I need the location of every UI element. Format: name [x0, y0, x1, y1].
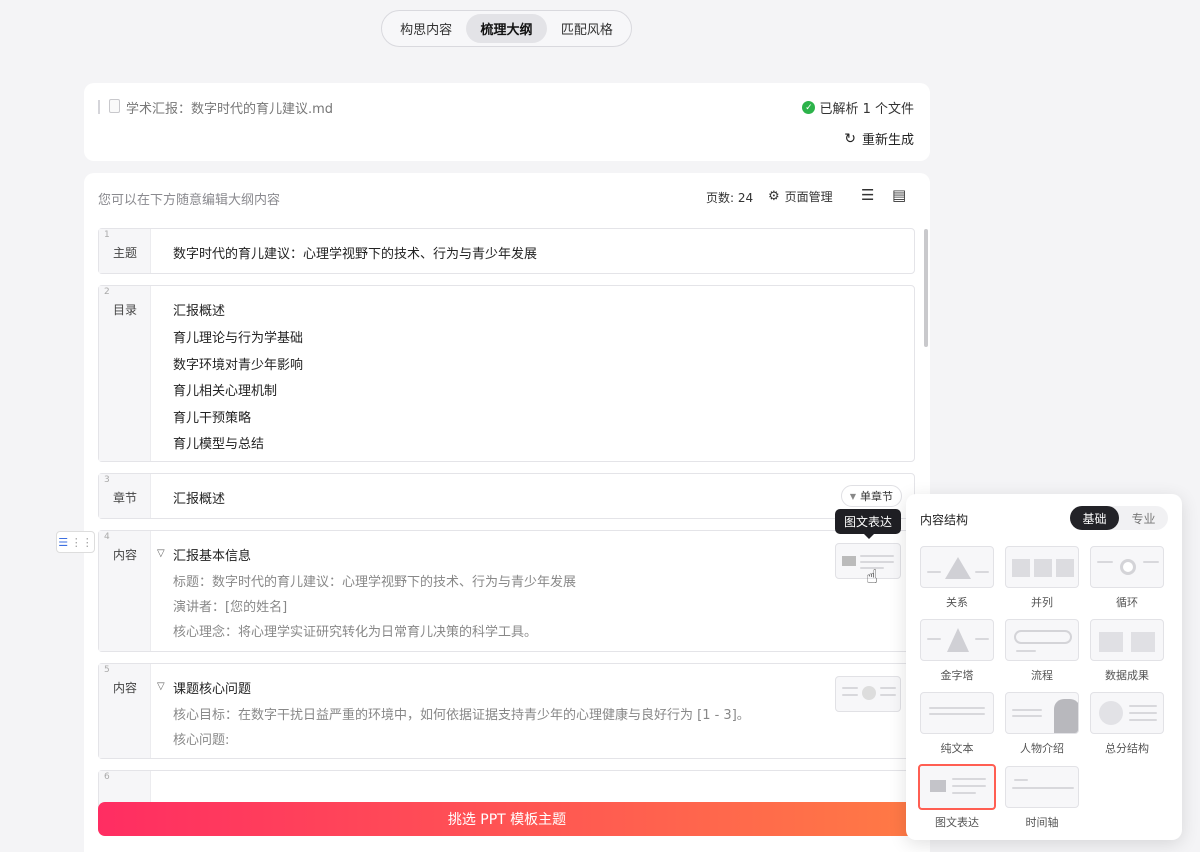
row-number: 6: [104, 772, 110, 782]
row-number: 2: [104, 287, 110, 297]
theme-title[interactable]: 数字时代的育儿建议：心理学视野下的技术、行为与青少年发展: [173, 243, 537, 262]
parsed-status: ✓ 已解析 1 个文件: [802, 98, 914, 117]
row-number: 1: [104, 230, 110, 240]
outline-row-chapter[interactable]: 3 章节 汇报概述 ▼ 单章节: [98, 473, 915, 519]
tab-brainstorm[interactable]: 构思内容: [386, 14, 466, 43]
toc-item[interactable]: 汇报概述: [173, 300, 225, 319]
outline-row-content[interactable]: 5 内容 ▽ 课题核心问题 核心目标：在数字干扰日益严重的环境中，如何依据证据支…: [98, 663, 915, 759]
row-number: 5: [104, 665, 110, 675]
row-drag-handle[interactable]: ☰ ⋮⋮: [56, 531, 95, 553]
content-detail[interactable]: 核心问题:: [173, 729, 229, 748]
content-detail[interactable]: 核心理念：将心理学实证研究转化为日常育儿决策的科学工具。: [173, 621, 537, 640]
content-detail[interactable]: 演讲者：[您的姓名]: [173, 596, 287, 615]
scrollbar[interactable]: [924, 229, 928, 347]
segment-pro[interactable]: 专业: [1119, 506, 1168, 530]
toc-item[interactable]: 育儿干预策略: [173, 407, 251, 426]
collapse-all-icon[interactable]: ☰: [861, 186, 874, 204]
file-name: 学术汇报：数字时代的育儿建议.md: [126, 102, 334, 117]
structure-label: 并列: [1031, 596, 1053, 609]
content-detail[interactable]: 标题：数字时代的育儿建议：心理学视野下的技术、行为与青少年发展: [173, 571, 576, 590]
structure-label: 数据成果: [1105, 669, 1149, 682]
structure-card-pyramid[interactable]: [920, 619, 994, 661]
structure-label: 金字塔: [940, 669, 974, 682]
hand-cursor-icon: ☝: [866, 566, 878, 588]
regenerate-label: 重新生成: [861, 133, 914, 148]
tab-outline[interactable]: 梳理大纲: [466, 14, 547, 43]
chevron-down-icon[interactable]: ▽: [157, 548, 165, 559]
row-label: 5 内容: [99, 664, 151, 758]
structure-card-process[interactable]: [1005, 619, 1079, 661]
row-tag: 章节: [112, 491, 137, 505]
top-step-tabs: 构思内容 梳理大纲 匹配风格: [381, 10, 632, 47]
tab-style[interactable]: 匹配风格: [547, 14, 627, 43]
drag-dots-icon: ⋮⋮: [70, 535, 93, 549]
structure-card-person[interactable]: [1005, 692, 1079, 734]
content-title[interactable]: 汇报基本信息: [173, 545, 251, 564]
structure-card-image-text[interactable]: [918, 764, 996, 810]
single-chapter-label: 单章节: [860, 490, 893, 503]
outline-editor: 您可以在下方随意编辑大纲内容 页数: 24 ⚙ 页面管理 ☰ ▤ 1 主题 数字…: [84, 173, 930, 852]
structure-type-toggle: 基础 专业: [1070, 506, 1168, 530]
chapter-title[interactable]: 汇报概述: [173, 488, 225, 507]
regenerate-button[interactable]: ↻ 重新生成: [844, 129, 914, 149]
toc-item[interactable]: 数字环境对青少年影响: [173, 354, 303, 373]
row-label: 2 目录: [99, 286, 151, 461]
sliders-icon: ⚙: [768, 189, 780, 204]
content-title[interactable]: 课题核心问题: [173, 678, 251, 697]
structure-label: 总分结构: [1105, 742, 1149, 755]
row-label: 1 主题: [99, 229, 151, 273]
check-icon: ✓: [802, 101, 816, 114]
editor-hint: 您可以在下方随意编辑大纲内容: [98, 193, 281, 208]
row-label: 4 内容: [99, 531, 151, 651]
text-format-icon: ☰: [58, 535, 69, 549]
content-detail[interactable]: 核心目标：在数字干扰日益严重的环境中，如何依据证据支持青少年的心理健康与良好行为…: [173, 704, 750, 723]
row-number: 3: [104, 475, 110, 485]
outline-row-toc[interactable]: 2 目录 汇报概述 育儿理论与行为学基础 数字环境对青少年影响 育儿相关心理机制…: [98, 285, 915, 462]
segment-basic[interactable]: 基础: [1070, 506, 1119, 530]
structure-label: 人物介绍: [1020, 742, 1064, 755]
toc-item[interactable]: 育儿理论与行为学基础: [173, 327, 303, 346]
row-tag: 内容: [112, 681, 137, 695]
toc-item[interactable]: 育儿模型与总结: [173, 433, 264, 452]
choose-template-button[interactable]: 挑选 PPT 模板主题: [98, 802, 916, 836]
file-card: 学术汇报：数字时代的育儿建议.md ✓ 已解析 1 个文件 ↻ 重新生成: [84, 83, 930, 161]
row-tag: 主题: [112, 246, 137, 260]
outline-row-theme[interactable]: 1 主题 数字时代的育儿建议：心理学视野下的技术、行为与青少年发展: [98, 228, 915, 274]
row-tag: 目录: [112, 303, 137, 317]
structure-label: 循环: [1116, 596, 1138, 609]
layout-thumbnail[interactable]: [835, 676, 901, 712]
tooltip: 图文表达: [835, 509, 901, 539]
structure-card-total-sub[interactable]: [1090, 692, 1164, 734]
structure-card-cycle[interactable]: [1090, 546, 1164, 588]
content-structure-panel: 内容结构 基础 专业 关系 并列 循环 金字塔 流程 数据成果 纯文本 人物介绍…: [906, 494, 1182, 840]
parsed-label: 已解析 1 个文件: [819, 102, 914, 117]
outline-row-content[interactable]: 4 内容 ▽ 汇报基本信息 标题：数字时代的育儿建议：心理学视野下的技术、行为与…: [98, 530, 915, 652]
document-icon: [109, 99, 120, 113]
file-divider: [98, 100, 100, 114]
row-number: 4: [104, 532, 110, 542]
structure-card-plain-text[interactable]: [920, 692, 994, 734]
structure-label: 图文表达: [935, 816, 979, 829]
structure-card-relation[interactable]: [920, 546, 994, 588]
structure-label: 纯文本: [940, 742, 974, 755]
refresh-icon: ↻: [844, 130, 856, 147]
outline-list-icon[interactable]: ▤: [892, 186, 906, 204]
toc-item[interactable]: 育儿相关心理机制: [173, 380, 277, 399]
structure-label: 关系: [946, 596, 968, 609]
page-manage-label: 页面管理: [784, 190, 833, 204]
page-manage-button[interactable]: ⚙ 页面管理: [768, 188, 833, 205]
structure-card-data[interactable]: [1090, 619, 1164, 661]
row-label: 3 章节: [99, 474, 151, 518]
structure-card-parallel[interactable]: [1005, 546, 1079, 588]
structure-card-timeline[interactable]: [1005, 766, 1079, 808]
panel-title: 内容结构: [920, 513, 969, 527]
page-count: 页数: 24: [706, 191, 754, 205]
structure-label: 流程: [1031, 669, 1053, 682]
structure-label: 时间轴: [1025, 816, 1059, 829]
single-chapter-dropdown[interactable]: ▼ 单章节: [840, 485, 902, 507]
chevron-down-icon[interactable]: ▽: [157, 681, 165, 692]
row-tag: 内容: [112, 548, 137, 562]
chevron-down-icon: ▼: [849, 491, 856, 501]
